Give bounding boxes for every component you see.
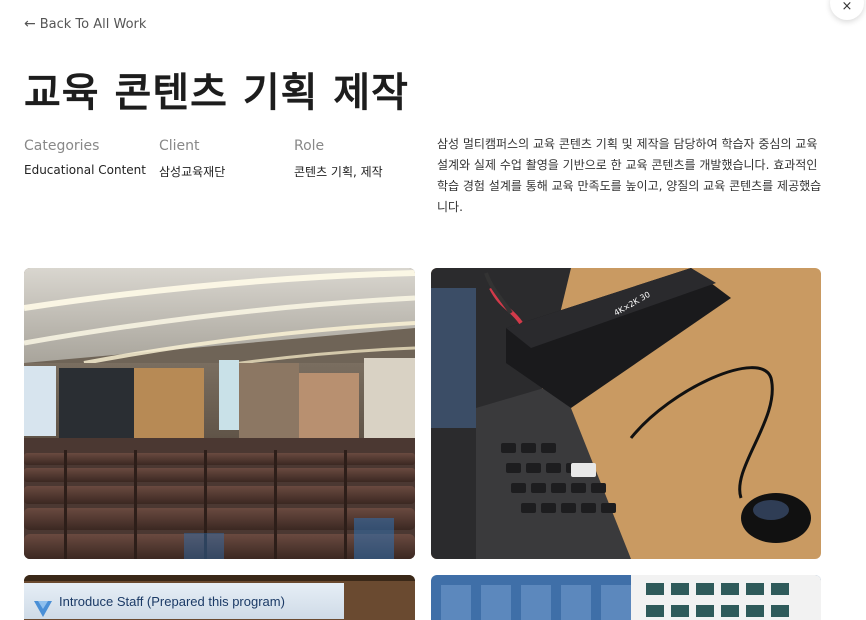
building-illustration [431, 575, 821, 620]
back-link-label: Back To All Work [39, 16, 147, 32]
slide-banner: Introduce Staff (Prepared this program) [24, 583, 344, 619]
photo-building[interactable] [431, 575, 821, 620]
lecture-hall-illustration [24, 268, 415, 559]
back-to-all-work-link[interactable]: ← Back To All Work [24, 16, 146, 32]
photo-presentation-slide[interactable]: Introduce Staff (Prepared this program) [24, 575, 415, 620]
triangle-logo-icon [34, 601, 52, 617]
page-title: 교육 콘텐츠 기획 제작 [24, 70, 409, 116]
meta-value: 삼성교육재단 [159, 165, 226, 179]
meta-label: Categories [24, 138, 100, 154]
meta-role: Role 콘텐츠 기획, 제작 [294, 138, 429, 180]
meta-value: Educational Content [24, 163, 146, 177]
arrow-left-icon: ← [24, 16, 36, 32]
meta-client: Client 삼성교육재단 [159, 138, 294, 180]
photo-capture-device[interactable]: 4K×2K 30 [431, 268, 821, 559]
meta-categories: Categories Educational Content [24, 138, 159, 180]
capture-device-illustration: 4K×2K 30 [431, 268, 821, 559]
project-meta: Categories Educational Content Client 삼성… [24, 138, 429, 180]
photo-lecture-hall[interactable] [24, 268, 415, 559]
close-icon: × [841, 0, 853, 14]
meta-label: Client [159, 138, 200, 154]
project-description: 삼성 멀티캠퍼스의 교육 콘텐츠 기획 및 제작을 담당하여 학습자 중심의 교… [437, 137, 822, 214]
meta-value: 콘텐츠 기획, 제작 [294, 165, 383, 179]
meta-label: Role [294, 138, 325, 154]
slide-banner-text: Introduce Staff (Prepared this program) [59, 593, 285, 609]
close-button[interactable]: × [830, 0, 864, 20]
